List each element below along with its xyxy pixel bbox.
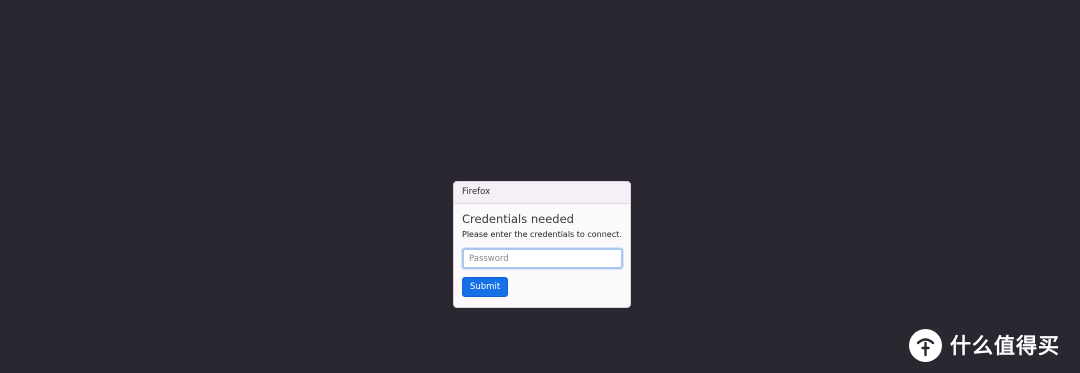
credentials-dialog: Firefox Credentials needed Please enter … [453,181,631,308]
smzdm-logo-icon [909,328,942,362]
dialog-title: Credentials needed [462,212,574,226]
screen-background: Firefox Credentials needed Please enter … [0,0,1080,373]
watermark-text: 什么值得买 [950,334,1060,358]
password-input[interactable] [462,248,623,269]
watermark: 什么值得买 [909,327,1060,363]
dialog-header: Firefox [454,182,630,204]
submit-button[interactable]: Submit [462,277,509,297]
dialog-body: Credentials needed Please enter the cred… [454,204,630,297]
dialog-header-title: Firefox [462,187,491,197]
dialog-message: Please enter the credentials to connect. [462,230,622,239]
